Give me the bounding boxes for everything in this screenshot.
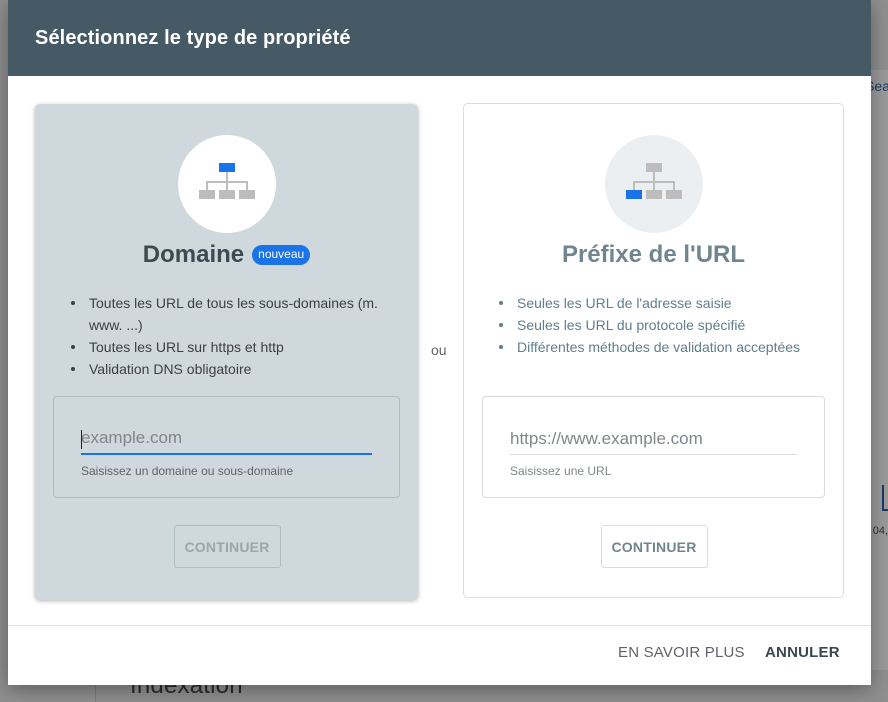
background-date-text: 04, xyxy=(872,525,888,537)
dialog-header: Sélectionnez le type de propriété xyxy=(8,0,871,76)
domain-input[interactable] xyxy=(81,423,372,455)
domain-title-row: Domaine nouveau xyxy=(35,241,418,269)
url-input[interactable] xyxy=(510,423,797,455)
domain-features-list: Toutes les URL de tous les sous-domaines… xyxy=(69,292,390,380)
list-item: Seules les URL du protocole spécifié xyxy=(497,314,815,336)
text-caret xyxy=(81,430,82,449)
list-item: Différentes méthodes de validation accep… xyxy=(497,336,815,358)
url-prefix-card[interactable]: Préfixe de l'URL Seules les URL de l'adr… xyxy=(463,103,844,598)
sitemap-icon xyxy=(198,163,255,199)
or-separator: ou xyxy=(431,342,447,358)
url-prefix-title: Préfixe de l'URL xyxy=(561,241,746,268)
background-panel xyxy=(868,70,888,670)
dialog-footer: EN SAVOIR PLUS ANNULER xyxy=(8,625,871,685)
property-type-dialog: Sélectionnez le type de propriété Domain… xyxy=(8,0,871,685)
url-input-box: Saisissez une URL xyxy=(482,396,825,498)
list-item: Toutes les URL sur https et http xyxy=(69,336,390,358)
list-item: Toutes les URL de tous les sous-domaines… xyxy=(69,292,390,336)
url-features-list: Seules les URL de l'adresse saisie Seule… xyxy=(497,292,815,358)
url-continue-button[interactable]: CONTINUER xyxy=(600,525,708,568)
sitemap-icon xyxy=(625,163,682,199)
url-title-row: Préfixe de l'URL xyxy=(464,241,843,269)
list-item: Validation DNS obligatoire xyxy=(69,358,390,380)
domain-title: Domaine xyxy=(142,241,245,268)
domain-card[interactable]: Domaine nouveau Toutes les URL de tous l… xyxy=(35,104,418,600)
domain-input-box: Saisissez un domaine ou sous-domaine xyxy=(53,396,400,498)
domain-icon-circle xyxy=(177,135,276,233)
list-item: Seules les URL de l'adresse saisie xyxy=(497,292,815,314)
background-chart-fragment xyxy=(882,485,888,511)
dialog-title: Sélectionnez le type de propriété xyxy=(35,26,351,49)
url-icon-circle xyxy=(604,135,703,233)
cancel-button[interactable]: ANNULER xyxy=(765,644,840,661)
domain-input-helper: Saisissez un domaine ou sous-domaine xyxy=(81,464,294,478)
url-input-helper: Saisissez une URL xyxy=(510,464,612,478)
learn-more-button[interactable]: EN SAVOIR PLUS xyxy=(618,644,745,661)
domain-continue-button[interactable]: CONTINUER xyxy=(173,525,281,568)
new-badge: nouveau xyxy=(252,245,311,265)
